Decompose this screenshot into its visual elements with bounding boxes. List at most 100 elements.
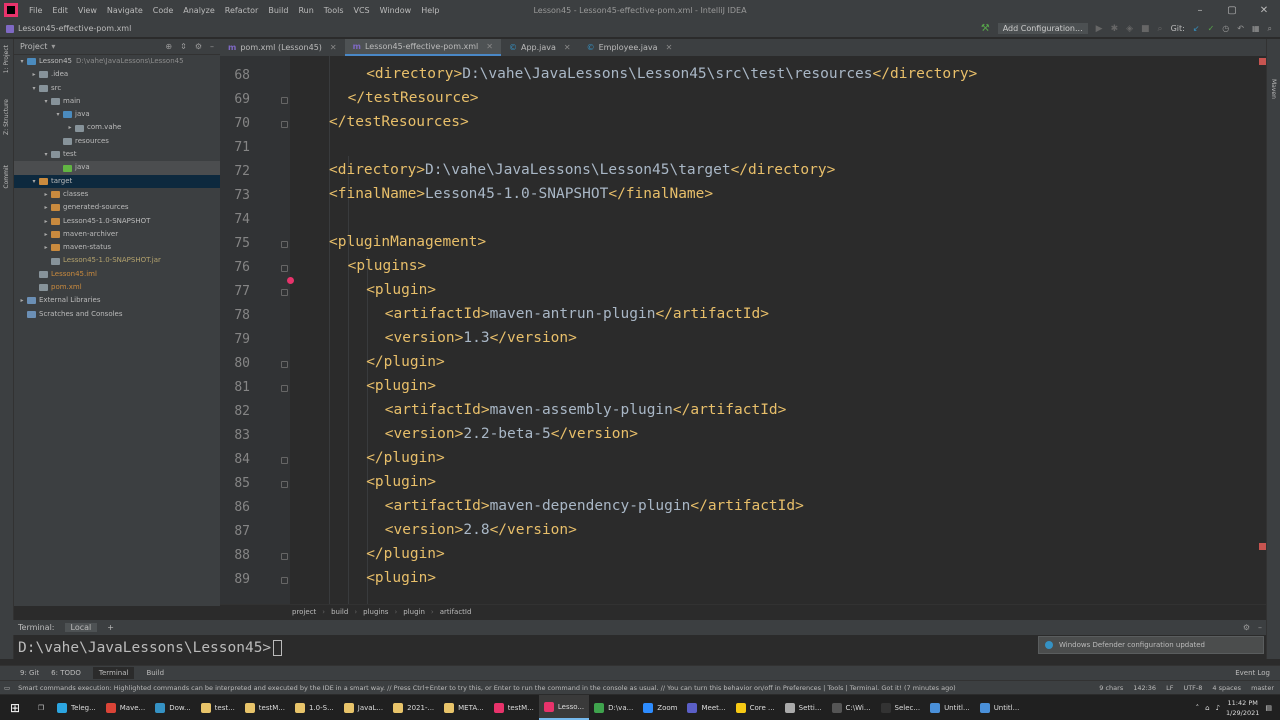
tree-item[interactable]: java: [14, 161, 220, 175]
stripe-tab-commit[interactable]: Commit: [3, 165, 10, 189]
tool-window-todo[interactable]: 6: TODO: [51, 669, 81, 677]
expand-toggle-icon[interactable]: ▸: [42, 188, 50, 201]
status-git-branch[interactable]: master: [1251, 684, 1274, 692]
tree-item[interactable]: ▾ test: [14, 148, 220, 161]
code-line[interactable]: <version>1.3</version>: [385, 330, 577, 346]
taskbar-app[interactable]: Zoom: [638, 695, 682, 720]
tree-item[interactable]: Lesson45-1.0-SNAPSHOT.jar: [14, 254, 220, 267]
menu-item-navigate[interactable]: Navigate: [102, 6, 148, 15]
minimize-icon[interactable]: –: [1184, 5, 1216, 16]
code-line[interactable]: <version>2.2-beta-5</version>: [385, 426, 638, 442]
code-editor[interactable]: 68 69 70 71 72 73 74 75 76 77 78 79 80 81 82 83 84 85 86 87…: [220, 56, 1266, 604]
code-line[interactable]: <pluginManagement>: [329, 234, 486, 250]
collapse-all-icon[interactable]: ⇕: [180, 42, 187, 51]
notification-balloon[interactable]: Windows Defender configuration updated: [1038, 636, 1264, 654]
menu-item-help[interactable]: Help: [416, 6, 444, 15]
status-message[interactable]: Smart commands execution: Highlighted co…: [18, 684, 956, 692]
terminal-prompt[interactable]: D:\vahe\JavaLessons\Lesson45>: [18, 640, 283, 656]
code-line[interactable]: </plugin>: [366, 546, 445, 562]
tree-item[interactable]: ▸ maven-status: [14, 241, 220, 254]
run-icon[interactable]: ▶: [1096, 24, 1103, 34]
taskbar-app[interactable]: Teleg...: [52, 695, 101, 720]
volume-icon[interactable]: ♪: [1216, 704, 1220, 712]
code-line[interactable]: <artifactId>maven-assembly-plugin</artif…: [385, 402, 787, 418]
windows-start-icon[interactable]: ⊞: [0, 695, 30, 720]
code-line[interactable]: <plugin>: [366, 570, 436, 586]
terminal-tab-local[interactable]: Local: [64, 623, 98, 632]
search-icon[interactable]: ⌕: [1268, 24, 1272, 34]
tray-chevron-icon[interactable]: ˄: [1196, 704, 1200, 712]
code-line[interactable]: <artifactId>maven-dependency-plugin</art…: [385, 498, 804, 514]
breadcrumb-item[interactable]: plugins: [363, 608, 388, 616]
breadcrumb-item[interactable]: project: [292, 608, 316, 616]
git-update-icon[interactable]: ↙: [1193, 24, 1200, 33]
tree-item[interactable]: ▾ main: [14, 95, 220, 108]
taskbar-app[interactable]: testM...: [240, 695, 290, 720]
menu-item-analyze[interactable]: Analyze: [178, 6, 220, 15]
project-view-selector[interactable]: Project: [20, 42, 47, 51]
tree-item[interactable]: pom.xml: [14, 281, 220, 294]
taskbar-app[interactable]: Core ...: [731, 695, 780, 720]
taskbar-app[interactable]: C:\Wi...: [827, 695, 876, 720]
taskbar-app[interactable]: Untitl...: [975, 695, 1025, 720]
fold-toggle-icon[interactable]: [281, 289, 288, 296]
editor-tab[interactable]: © App.java ✕: [501, 39, 579, 56]
git-commit-icon[interactable]: ✓: [1208, 24, 1215, 33]
expand-toggle-icon[interactable]: ▾: [42, 148, 50, 161]
stripe-tab-maven[interactable]: Maven: [1270, 79, 1277, 99]
code-line[interactable]: </plugin>: [366, 354, 445, 370]
task-view-icon[interactable]: ❐: [30, 704, 52, 712]
taskbar-app[interactable]: Mave...: [101, 695, 150, 720]
expand-toggle-icon[interactable]: ▸: [18, 294, 26, 307]
editor-tab[interactable]: m Lesson45-effective-pom.xml ✕: [344, 38, 501, 56]
event-log-button[interactable]: Event Log: [1235, 669, 1280, 677]
code-line[interactable]: <artifactId>maven-antrun-plugin</artifac…: [385, 306, 769, 322]
expand-toggle-icon[interactable]: ▸: [42, 201, 50, 214]
tree-item[interactable]: ▸ maven-archiver: [14, 228, 220, 241]
new-terminal-icon[interactable]: +: [107, 623, 114, 632]
code-line[interactable]: <plugin>: [366, 378, 436, 394]
status-encoding[interactable]: UTF-8: [1183, 684, 1202, 692]
tree-item[interactable]: ▸ .idea: [14, 68, 220, 81]
tree-item[interactable]: ▸ classes: [14, 188, 220, 201]
code-line[interactable]: </testResource>: [348, 90, 479, 106]
tree-item[interactable]: ▸ generated-sources: [14, 201, 220, 214]
maximize-icon[interactable]: ▢: [1216, 5, 1248, 16]
close-tab-icon[interactable]: ✕: [486, 38, 493, 55]
breadcrumb-item[interactable]: build: [331, 608, 348, 616]
tree-item[interactable]: resources: [14, 135, 220, 148]
notifications-icon[interactable]: ▤: [1265, 704, 1272, 712]
code-line[interactable]: <plugin>: [366, 474, 436, 490]
stripe-tab-structure[interactable]: Z: Structure: [3, 99, 10, 135]
hide-icon[interactable]: –: [210, 42, 214, 51]
menu-item-tools[interactable]: Tools: [319, 6, 349, 15]
taskbar-app[interactable]: testM...: [489, 695, 539, 720]
taskbar-app[interactable]: 1.0-S...: [290, 695, 339, 720]
taskbar-app[interactable]: Dow...: [150, 695, 195, 720]
menu-item-view[interactable]: View: [73, 6, 102, 15]
close-icon[interactable]: ✕: [1248, 5, 1280, 16]
editor-tab[interactable]: © Employee.java ✕: [579, 39, 681, 56]
close-tab-icon[interactable]: ✕: [666, 39, 673, 56]
taskbar-app[interactable]: Lesso...: [538, 695, 590, 720]
tree-item[interactable]: ▸ External Libraries: [14, 294, 220, 307]
breadcrumb-item[interactable]: plugin: [403, 608, 425, 616]
expand-toggle-icon[interactable]: ▸: [42, 215, 50, 228]
taskbar-app[interactable]: Meet...: [682, 695, 730, 720]
menu-item-refactor[interactable]: Refactor: [220, 6, 264, 15]
taskbar-app[interactable]: Selec...: [876, 695, 926, 720]
menu-item-edit[interactable]: Edit: [47, 6, 73, 15]
code-line[interactable]: </plugin>: [366, 450, 445, 466]
coverage-icon[interactable]: ◈: [1126, 24, 1133, 34]
editor-tab[interactable]: m pom.xml (Lesson45) ✕: [220, 39, 345, 56]
code-line[interactable]: <directory>D:\vahe\JavaLessons\Lesson45\…: [366, 66, 977, 82]
error-stripe-mark[interactable]: [1259, 58, 1266, 65]
status-indent[interactable]: 4 spaces: [1212, 684, 1241, 692]
network-icon[interactable]: ⌂: [1205, 704, 1209, 712]
tree-item[interactable]: Lesson45.iml: [14, 268, 220, 281]
code-line[interactable]: </testResources>: [329, 114, 469, 130]
taskbar-app[interactable]: test...: [196, 695, 240, 720]
locate-icon[interactable]: ⊕: [165, 42, 172, 51]
fold-toggle-icon[interactable]: [281, 265, 288, 272]
fold-toggle-icon[interactable]: [281, 553, 288, 560]
